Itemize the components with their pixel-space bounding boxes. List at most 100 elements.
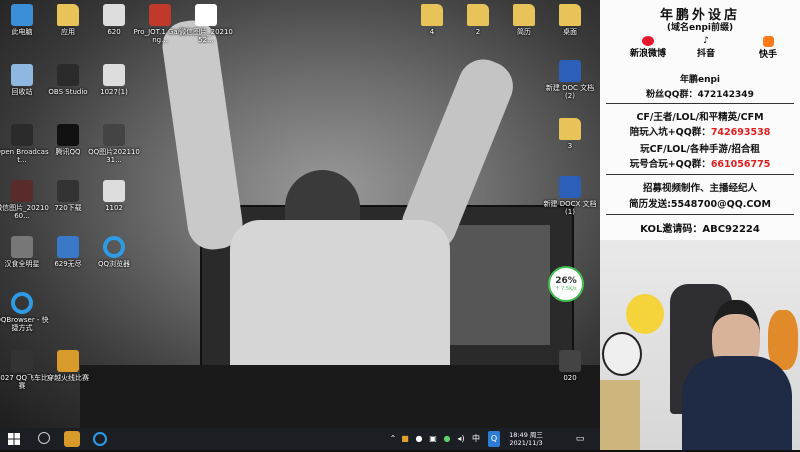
- desktop-icon[interactable]: 020: [542, 350, 598, 382]
- webcam-feed: [600, 240, 800, 450]
- folder-icon: [559, 118, 581, 140]
- word-doc-icon: [559, 176, 581, 198]
- qrcode-icon: [195, 4, 217, 26]
- file-icon: [11, 350, 33, 372]
- desktop-icon[interactable]: 微信图片_2021052...: [178, 4, 234, 44]
- image-icon: [103, 124, 125, 146]
- tray-chevron-up-icon[interactable]: ⌃: [388, 431, 398, 447]
- recycle-bin-icon: [11, 64, 33, 86]
- tray-qq-icon[interactable]: ●: [414, 431, 424, 447]
- game-line-2: 玩号合玩+QQ群：661056775: [600, 156, 800, 170]
- desktop: 此电脑 应用 620 Pro_JOT.1 Gaming... 微信图片_2021052.…: [0, 0, 600, 428]
- kuaishou-icon: [762, 36, 774, 47]
- desktop-icon[interactable]: QQBrowser - 快捷方式: [0, 292, 50, 332]
- start-button[interactable]: [6, 431, 22, 447]
- social-row: 新浪微博 ♪ 抖音 快手: [600, 34, 800, 68]
- fan-group-number: 472142349: [697, 90, 754, 100]
- gauge-percent: 26%: [555, 276, 577, 286]
- tray-network-icon[interactable]: ▣: [428, 431, 438, 447]
- shop-handle: 年鹏enpi: [679, 75, 721, 85]
- desktop-icon[interactable]: QQ图片20211031...: [86, 124, 142, 164]
- desktop-icon-label: 穿越火线比赛: [47, 374, 89, 382]
- desktop-icon-label: QQBrowser - 快捷方式: [0, 316, 49, 332]
- cardboard-box: [600, 380, 640, 450]
- social-kuaishou: 快手: [740, 34, 796, 60]
- divider: [606, 214, 794, 215]
- tray-badge[interactable]: Q: [488, 431, 500, 447]
- cf-line-2: 陪玩入坑+QQ群：742693538: [600, 124, 800, 138]
- search-circle-icon[interactable]: [36, 431, 52, 447]
- qq-penguin-icon: [57, 124, 79, 146]
- phone-icon: [57, 236, 79, 258]
- social-weibo: 新浪微博: [620, 34, 676, 59]
- divider: [606, 174, 794, 175]
- app-icon: [149, 4, 171, 26]
- windows-logo-icon: [8, 433, 20, 445]
- douyin-icon: ♪: [703, 36, 709, 46]
- desktop-icon[interactable]: 桌面: [542, 4, 598, 36]
- folder-icon: [57, 4, 79, 26]
- gauge-speed: ↑ 7.5K/s: [555, 286, 577, 292]
- social-douyin: ♪ 抖音: [678, 34, 734, 59]
- tray-volume-icon[interactable]: ◂): [456, 431, 466, 447]
- notification-center-icon[interactable]: ▭: [574, 431, 586, 447]
- browser-icon: [11, 292, 33, 314]
- desktop-icon-label: QQ图片20211031...: [88, 148, 140, 164]
- obs-icon: [11, 124, 33, 146]
- streamer-body: [682, 356, 792, 450]
- cf-line-2-label: 陪玩入坑+QQ群：: [629, 127, 711, 138]
- kol-invite-line: KOL邀请码：ABC92224: [640, 224, 760, 235]
- shop-subtitle: (域名enpi前缀): [666, 23, 734, 33]
- folder-icon: [421, 4, 443, 26]
- tray-ime-indicator[interactable]: 中: [470, 431, 482, 447]
- weibo-icon: [642, 36, 654, 46]
- browser-icon: [103, 236, 125, 258]
- cf-line-1: CF/王者/LOL/和平精英/CFM: [636, 112, 764, 123]
- desktop-icon[interactable]: 新建 DOC 文档 (2): [542, 60, 598, 100]
- desktop-icon-label: 微信图片_2021052...: [179, 28, 233, 44]
- desktop-icon-label: 3: [567, 142, 573, 150]
- tray-wechat-icon[interactable]: ●: [442, 431, 452, 447]
- desktop-icon[interactable]: 1102: [86, 180, 142, 212]
- desktop-icon[interactable]: QQ浏览器: [86, 236, 142, 268]
- desktop-icon-label: 新建 DOCX 文档(1): [543, 200, 597, 216]
- social-weibo-label: 新浪微博: [629, 49, 666, 59]
- shop-ad-panel: 年鹏外设店 (域名enpi前缀) 新浪微博 ♪ 抖音 快手 年鹏enpi 粉丝Q…: [600, 0, 800, 240]
- recruit-line-1: 招募视频制作、主播经纪人: [642, 183, 757, 194]
- desktop-icon-label: 新建 DOC 文档 (2): [545, 84, 595, 100]
- desktop-icon[interactable]: 1027(1): [86, 64, 142, 96]
- desktop-icon[interactable]: 新建 DOCX 文档(1): [542, 176, 598, 216]
- clock[interactable]: 18:49 周三 2021/11/3: [504, 431, 548, 447]
- desktop-icon[interactable]: 3: [542, 118, 598, 150]
- image-icon: [57, 180, 79, 202]
- taskbar-app-game-icon[interactable]: [64, 431, 80, 447]
- desktop-icon-label: 1102: [105, 204, 123, 212]
- file-icon: [103, 180, 125, 202]
- image-icon: [11, 180, 33, 202]
- file-icon: [103, 4, 125, 26]
- folder-icon: [513, 4, 535, 26]
- taskbar-qq-browser-icon[interactable]: [92, 431, 108, 447]
- game-icon: [11, 236, 33, 258]
- desktop-icon-label: 1027(1): [100, 88, 128, 96]
- taskbar: ⌃ ■ ● ▣ ● ◂) 中 Q 18:49 周三 2021/11/3 ▭: [0, 428, 600, 450]
- fan-group-label: 粉丝QQ群：: [646, 90, 698, 100]
- social-douyin-label: 抖音: [696, 49, 715, 59]
- file-icon: [103, 64, 125, 86]
- social-kuaishou-label: 快手: [758, 50, 777, 60]
- desktop-icon-label: 桌面: [563, 28, 577, 36]
- word-doc-icon: [559, 60, 581, 82]
- file-icon: [559, 350, 581, 372]
- wallpaper-player-arm-left: [159, 17, 246, 253]
- pikachu-plush: [626, 294, 664, 334]
- folder-icon: [467, 4, 489, 26]
- desktop-icon-label: 020: [563, 374, 577, 382]
- network-speed-gauge[interactable]: 26% ↑ 7.5K/s: [548, 266, 584, 302]
- game-line-2-label: 玩号合玩+QQ群：: [629, 159, 711, 170]
- panda-plush: [602, 332, 642, 376]
- fan-group-line: 粉丝QQ群：472142349: [600, 87, 800, 100]
- desktop-icon[interactable]: 穿越火线比赛: [40, 350, 96, 382]
- clock-time: 18:49 周三: [509, 431, 543, 439]
- tray-app-icon[interactable]: ■: [400, 431, 410, 447]
- game-line-1: 玩CF/LOL/各种手游/招合租: [640, 144, 760, 155]
